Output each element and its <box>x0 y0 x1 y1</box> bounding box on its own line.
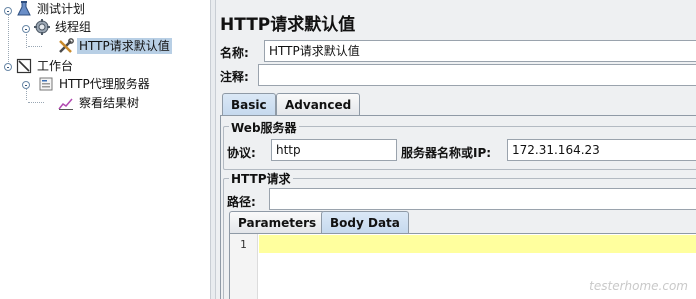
protocol-input[interactable]: http <box>271 139 397 161</box>
current-line-highlight <box>259 235 696 253</box>
page-title: HTTP请求默认值 <box>220 15 356 35</box>
line-number: 1 <box>240 238 247 251</box>
web-server-group-title: Web服务器 <box>229 119 299 136</box>
tree-item-label: HTTP请求默认值 <box>77 38 172 54</box>
tree-item-label: 测试计划 <box>37 2 86 16</box>
tree-item-label: HTTP代理服务器 <box>59 77 150 91</box>
tree-connector <box>28 46 42 47</box>
http-request-group-title: HTTP请求 <box>229 170 293 187</box>
tree-connector <box>8 14 9 66</box>
line-number-gutter: 1 <box>230 234 258 299</box>
tree-item-label: 线程组 <box>55 20 92 34</box>
thread-group-gear-icon <box>34 19 50 35</box>
tree-item-results-tree[interactable]: 察看结果树 <box>58 94 141 112</box>
watermark: testerhome.com <box>589 279 688 293</box>
comment-label: 注释: <box>220 70 249 84</box>
collapse-toggle-icon[interactable] <box>4 63 12 71</box>
workbench-icon <box>16 58 32 74</box>
config-panel: HTTP请求默认值 名称: HTTP请求默认值 注释: Basic Advanc… <box>216 0 696 299</box>
server-name-input[interactable]: 172.31.164.23 <box>507 139 696 161</box>
tab-parameters[interactable]: Parameters <box>229 211 326 233</box>
tree-item-label: 工作台 <box>37 59 74 73</box>
proxy-server-icon <box>38 76 54 92</box>
tab-advanced[interactable]: Advanced <box>276 93 361 115</box>
name-input[interactable]: HTTP请求默认值 <box>264 40 696 62</box>
tree-item-workbench[interactable]: 工作台 <box>16 57 75 75</box>
test-plan-icon <box>16 1 32 17</box>
results-tree-chart-icon <box>58 95 74 111</box>
name-label: 名称: <box>220 46 249 60</box>
tree-item-label: 察看结果树 <box>79 96 140 110</box>
tree-item-thread-group[interactable]: 线程组 <box>34 18 93 36</box>
test-plan-tree[interactable]: 测试计划 线程组 HTTP请求默认值 工作台 HTTP代理服务器 察看结果树 <box>0 0 210 299</box>
tree-connector <box>28 102 44 103</box>
protocol-label: 协议: <box>227 146 256 160</box>
collapse-toggle-icon[interactable] <box>22 25 30 33</box>
path-input[interactable] <box>269 188 696 210</box>
tree-connector <box>26 34 27 48</box>
tree-item-test-plan[interactable]: 测试计划 <box>16 0 87 18</box>
tree-item-http-defaults[interactable]: HTTP请求默认值 <box>58 37 172 55</box>
basic-tab-content: Web服务器 协议: http 服务器名称或IP: 172.31.164.23 … <box>220 115 696 299</box>
collapse-toggle-icon[interactable] <box>22 81 30 89</box>
tab-body-data[interactable]: Body Data <box>321 211 409 233</box>
tab-basic[interactable]: Basic <box>222 93 276 115</box>
tree-item-proxy-server[interactable]: HTTP代理服务器 <box>38 75 152 93</box>
wrench-screwdriver-icon <box>58 38 74 54</box>
server-name-label: 服务器名称或IP: <box>401 146 492 160</box>
collapse-toggle-icon[interactable] <box>4 7 12 15</box>
comment-input[interactable] <box>258 64 696 86</box>
path-label: 路径: <box>227 195 256 209</box>
